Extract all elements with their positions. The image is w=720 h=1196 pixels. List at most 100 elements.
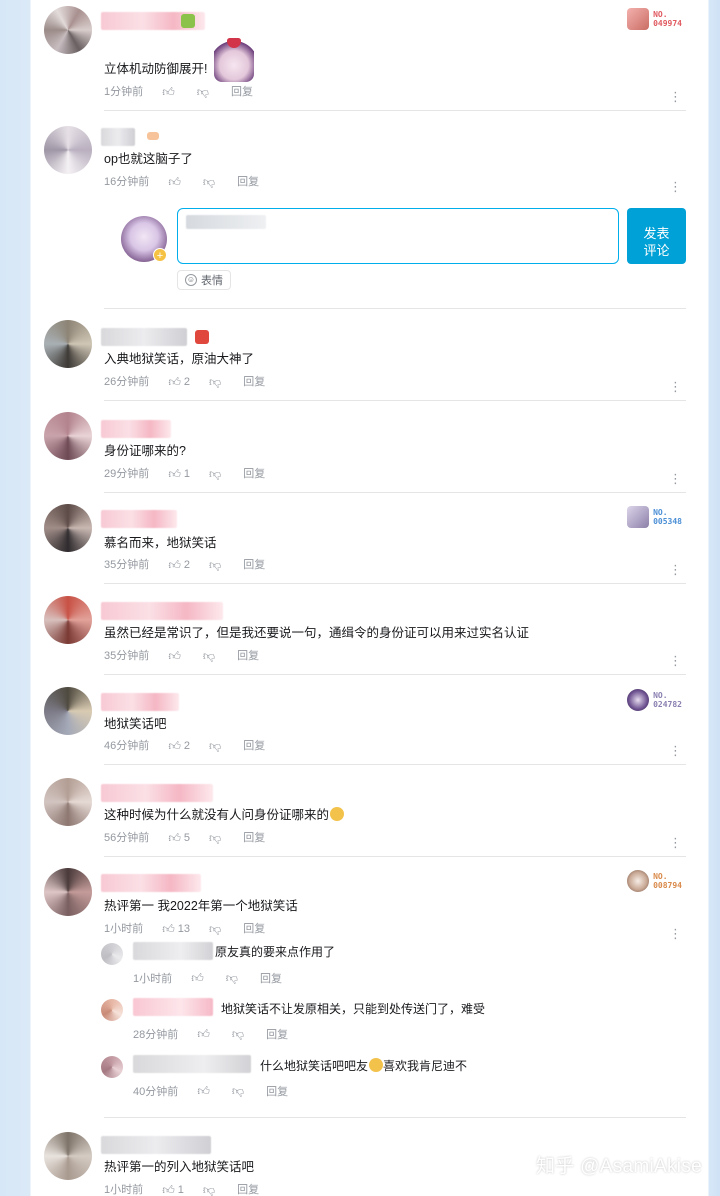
dislike-button[interactable]: 👎︎ — [209, 466, 224, 482]
username[interactable] — [101, 128, 135, 146]
dislike-button[interactable]: 👎︎ — [197, 84, 212, 100]
avatar[interactable] — [44, 868, 92, 916]
fan-figure-icon — [627, 689, 650, 711]
dislike-button[interactable]: 👎︎ — [226, 971, 241, 986]
reply-button[interactable]: 回复 — [260, 970, 282, 986]
comment-text: 慕名而来，地狱笑话 — [104, 536, 217, 550]
more-vertical-icon[interactable]: ⋮ — [669, 927, 682, 940]
more-vertical-icon[interactable]: ⋮ — [669, 563, 682, 576]
username[interactable] — [101, 510, 177, 528]
send-label: 评论 — [643, 242, 670, 258]
like-button[interactable]: 👍︎ 13 — [162, 921, 190, 937]
reply-button[interactable]: 回复 — [243, 830, 265, 846]
fan-number-label: NO. — [653, 872, 668, 881]
username[interactable] — [101, 693, 179, 711]
dislike-button[interactable]: 👎︎ — [209, 830, 224, 846]
like-button[interactable]: 👍︎ 2 — [168, 374, 190, 390]
fan-number-value: 049974 — [653, 19, 682, 28]
avatar[interactable] — [101, 943, 123, 965]
dislike-button[interactable]: 👎︎ — [209, 738, 224, 754]
reply-button[interactable]: 回复 — [266, 1026, 288, 1042]
thumb-up-icon: 👍︎ — [168, 739, 181, 754]
avatar[interactable] — [44, 687, 92, 735]
comment-text: 身份证哪来的? — [104, 444, 186, 458]
comment-time: 35分钟前 — [104, 559, 150, 572]
more-vertical-icon[interactable]: ⋮ — [669, 380, 682, 393]
avatar[interactable] — [101, 1056, 123, 1078]
dislike-button[interactable]: 👎︎ — [232, 1027, 247, 1042]
level-badge-icon — [147, 132, 159, 140]
comment-text: 这种时候为什么就没有人问身份证哪来的 — [104, 806, 345, 824]
username[interactable] — [101, 328, 187, 346]
username[interactable] — [133, 998, 213, 1016]
more-vertical-icon[interactable]: ⋮ — [669, 180, 682, 193]
reply-meta: 40分钟前 👍︎ 👎︎ 回复 — [133, 1083, 288, 1099]
fan-number-card: NO. 008794 — [627, 870, 682, 892]
comment-meta: 56分钟前 👍︎ 5 👎︎ 回复 — [104, 830, 265, 846]
avatar[interactable] — [101, 999, 123, 1021]
username[interactable] — [101, 602, 223, 620]
avatar[interactable] — [44, 504, 92, 552]
avatar[interactable] — [44, 778, 92, 826]
send-comment-button[interactable]: 发表 评论 — [627, 208, 686, 264]
emoji-button[interactable]: ☺ 表情 — [177, 270, 231, 290]
username[interactable] — [101, 874, 201, 892]
dislike-button[interactable]: 👎︎ — [232, 1084, 247, 1099]
avatar[interactable] — [44, 6, 92, 54]
more-vertical-icon[interactable]: ⋮ — [669, 744, 682, 757]
more-vertical-icon[interactable]: ⋮ — [669, 472, 682, 485]
thumb-up-icon: 👍︎ — [191, 971, 204, 985]
reply-placeholder — [186, 215, 266, 229]
reply-button[interactable]: 回复 — [243, 374, 265, 390]
avatar[interactable] — [44, 320, 92, 368]
more-vertical-icon[interactable]: ⋮ — [669, 654, 682, 667]
reply-button[interactable]: 回复 — [243, 466, 265, 482]
more-vertical-icon[interactable]: ⋮ — [669, 836, 682, 849]
like-button[interactable]: 👍︎ 2 — [168, 557, 190, 573]
like-button[interactable]: 👍︎ 2 — [168, 738, 190, 754]
reply-button[interactable]: 回复 — [237, 174, 259, 190]
like-button[interactable]: 👍︎ — [168, 174, 184, 190]
username[interactable] — [133, 1055, 251, 1073]
username[interactable] — [101, 420, 171, 438]
thumb-down-icon: 👎︎ — [225, 971, 238, 985]
like-button[interactable]: 👍︎ — [191, 971, 207, 986]
like-button[interactable]: 👍︎ 5 — [168, 830, 190, 846]
avatar[interactable] — [44, 596, 92, 644]
avatar[interactable] — [44, 1132, 92, 1180]
reply-button[interactable]: 回复 — [243, 921, 265, 937]
username[interactable] — [133, 942, 213, 960]
dislike-button[interactable]: 👎︎ — [203, 174, 218, 190]
dislike-button[interactable]: 👎︎ — [203, 1182, 218, 1196]
thumb-up-icon: 👍︎ — [197, 1084, 210, 1098]
reply-button[interactable]: 回复 — [231, 84, 253, 100]
username[interactable] — [101, 1136, 211, 1154]
reply-button[interactable]: 回复 — [266, 1083, 288, 1099]
comment-text: op也就这脑子了 — [104, 152, 193, 166]
like-button[interactable]: 👍︎ 1 — [168, 466, 190, 482]
like-button[interactable]: 👍︎ — [197, 1084, 213, 1099]
fan-number-value: 008794 — [653, 881, 682, 890]
fan-number-card: NO. 049974 — [627, 8, 682, 30]
comment-time: 46分钟前 — [104, 740, 150, 753]
like-button[interactable]: 👍︎ — [197, 1027, 213, 1042]
avatar[interactable] — [44, 412, 92, 460]
reply-button[interactable]: 回复 — [243, 557, 265, 573]
dislike-button[interactable]: 👎︎ — [209, 921, 224, 937]
like-button[interactable]: 👍︎ 1 — [162, 1182, 184, 1196]
dislike-button[interactable]: 👎︎ — [209, 374, 224, 390]
avatar[interactable] — [44, 126, 92, 174]
reply-button[interactable]: 回复 — [243, 738, 265, 754]
more-vertical-icon[interactable]: ⋮ — [669, 90, 682, 103]
dislike-button[interactable]: 👎︎ — [203, 648, 218, 664]
thumb-up-icon: 👍︎ — [162, 1183, 175, 1196]
reply-button[interactable]: 回复 — [237, 648, 259, 664]
reply-input[interactable] — [177, 208, 619, 264]
divider — [104, 583, 686, 584]
like-button[interactable]: 👍︎ — [168, 648, 184, 664]
like-button[interactable]: 👍︎ — [162, 84, 178, 100]
thumb-down-icon: 👎︎ — [202, 649, 216, 664]
username[interactable] — [101, 784, 213, 802]
reply-button[interactable]: 回复 — [237, 1182, 259, 1196]
dislike-button[interactable]: 👎︎ — [209, 557, 224, 573]
